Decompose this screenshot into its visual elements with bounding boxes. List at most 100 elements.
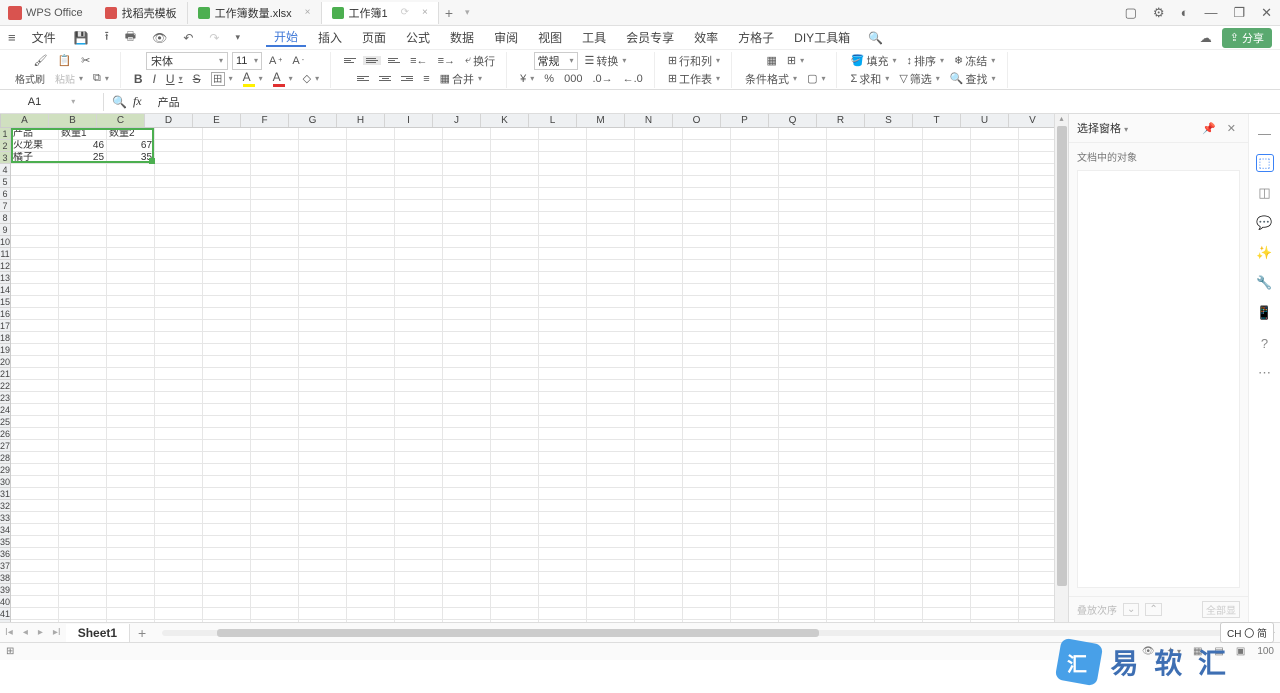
cell-D39[interactable] [155,584,203,596]
row-header-3[interactable]: 3 [0,152,10,164]
row-header-15[interactable]: 15 [0,296,10,308]
cell-P38[interactable] [731,572,779,584]
cell-V33[interactable] [1019,512,1054,524]
cell-D23[interactable] [155,392,203,404]
cell-N20[interactable] [635,356,683,368]
cell-I5[interactable] [395,176,443,188]
cell-V22[interactable] [1019,380,1054,392]
cell-M8[interactable] [587,212,635,224]
cell-O22[interactable] [683,380,731,392]
col-header-G[interactable]: G [289,114,337,127]
move-down-icon[interactable]: ⌄ [1123,603,1139,616]
cell-V4[interactable] [1019,164,1054,176]
cell-G32[interactable] [299,500,347,512]
cell-G42[interactable] [299,620,347,622]
cell-T18[interactable] [923,332,971,344]
cell-S27[interactable] [875,440,923,452]
cell-E25[interactable] [203,416,251,428]
cell-P33[interactable] [731,512,779,524]
cell-R29[interactable] [827,464,875,476]
cell-Q33[interactable] [779,512,827,524]
cell-H9[interactable] [347,224,395,236]
indent-decrease-icon[interactable]: ≡← [407,55,430,67]
cell-E17[interactable] [203,320,251,332]
cell-E32[interactable] [203,500,251,512]
cell-L38[interactable] [539,572,587,584]
cell-G8[interactable] [299,212,347,224]
cell-P31[interactable] [731,488,779,500]
cell-H6[interactable] [347,188,395,200]
cell-C21[interactable] [107,368,155,380]
cell-G31[interactable] [299,488,347,500]
cell-R7[interactable] [827,200,875,212]
cell-F2[interactable] [251,140,299,152]
cell-K27[interactable] [491,440,539,452]
row-header-33[interactable]: 33 [0,512,10,524]
cell-H25[interactable] [347,416,395,428]
cell-Q7[interactable] [779,200,827,212]
cell-P3[interactable] [731,152,779,164]
zoom-value[interactable]: 100 [1251,646,1280,657]
cell-C28[interactable] [107,452,155,464]
cell-E31[interactable] [203,488,251,500]
cell-J14[interactable] [443,284,491,296]
cell-C15[interactable] [107,296,155,308]
cell-B13[interactable] [59,272,107,284]
cell-C9[interactable] [107,224,155,236]
sheet-nav-next-icon[interactable]: ▸ [33,627,48,638]
cell-O33[interactable] [683,512,731,524]
cell-H12[interactable] [347,260,395,272]
col-header-U[interactable]: U [961,114,1009,127]
cell-V24[interactable] [1019,404,1054,416]
cell-T35[interactable] [923,536,971,548]
cell-N42[interactable] [635,620,683,622]
cell-K36[interactable] [491,548,539,560]
cell-Q8[interactable] [779,212,827,224]
cell-O17[interactable] [683,320,731,332]
cell-I9[interactable] [395,224,443,236]
cell-J13[interactable] [443,272,491,284]
cell-H35[interactable] [347,536,395,548]
row-header-37[interactable]: 37 [0,560,10,572]
save-icon[interactable]: 💾 [68,31,95,45]
cell-B10[interactable] [59,236,107,248]
sum-button[interactable]: Σ求和 [847,71,892,87]
tab-menu-icon[interactable]: ▾ [459,7,476,18]
cell-D21[interactable] [155,368,203,380]
decrease-decimal-icon[interactable]: ←.0 [620,73,646,85]
cell-K2[interactable] [491,140,539,152]
cell-C5[interactable] [107,176,155,188]
cell-C18[interactable] [107,332,155,344]
cell-E16[interactable] [203,308,251,320]
cell-S20[interactable] [875,356,923,368]
cell-A11[interactable] [11,248,59,260]
cell-A31[interactable] [11,488,59,500]
cell-F5[interactable] [251,176,299,188]
comments-icon[interactable]: 💬 [1256,214,1274,232]
cell-T1[interactable] [923,128,971,140]
cell-O6[interactable] [683,188,731,200]
cell-O14[interactable] [683,284,731,296]
cell-C33[interactable] [107,512,155,524]
cell-N21[interactable] [635,368,683,380]
cell-U27[interactable] [971,440,1019,452]
cell-F37[interactable] [251,560,299,572]
cell-D38[interactable] [155,572,203,584]
cell-Q20[interactable] [779,356,827,368]
cell-A16[interactable] [11,308,59,320]
view-break-icon[interactable]: ▣ [1230,646,1251,657]
cell-J19[interactable] [443,344,491,356]
row-header-26[interactable]: 26 [0,428,10,440]
cell-P19[interactable] [731,344,779,356]
cell-M15[interactable] [587,296,635,308]
cell-T32[interactable] [923,500,971,512]
eye-icon[interactable]: 👁 [1136,646,1161,657]
cut-icon[interactable]: ✂ [78,54,93,67]
cell-B22[interactable] [59,380,107,392]
cell-E2[interactable] [203,140,251,152]
cell-S11[interactable] [875,248,923,260]
cell-V39[interactable] [1019,584,1054,596]
cell-K4[interactable] [491,164,539,176]
col-header-S[interactable]: S [865,114,913,127]
row-header-38[interactable]: 38 [0,572,10,584]
